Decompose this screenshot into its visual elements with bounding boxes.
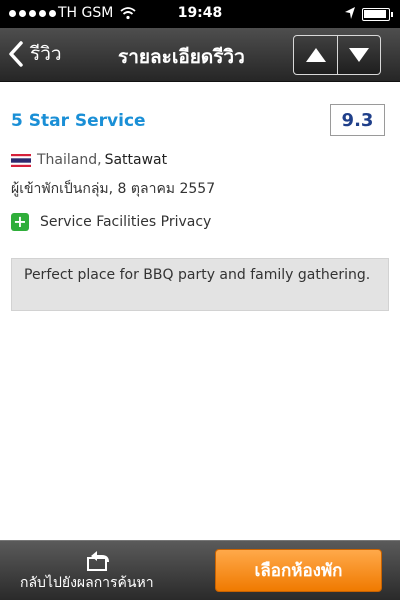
reviewer-name: Sattawat	[104, 152, 168, 168]
page-title: รายละเอียดรีวิว	[118, 46, 245, 68]
review-comment: Perfect place for BBQ party and family g…	[11, 258, 389, 311]
clock: 19:48	[177, 5, 223, 21]
reviewer-country: Thailand,	[37, 152, 102, 168]
nav-bar: รีวิว รายละเอียดรีวิว	[0, 28, 400, 82]
review-navigation	[293, 35, 381, 75]
select-room-button[interactable]: เลือกห้องพัก	[215, 549, 382, 592]
plus-icon: +	[11, 213, 29, 231]
bottom-toolbar: กลับไปยังผลการค้นหา เลือกห้องพัก	[0, 540, 400, 600]
next-review-button[interactable]	[337, 36, 380, 74]
back-to-results-label: กลับไปยังผลการค้นหา	[20, 575, 154, 591]
arrow-up-icon	[305, 48, 326, 62]
review-detail: 5 Star Service 9.3 Thailand, Sattawat ผู…	[0, 82, 400, 540]
liked-text: Service Facilities Privacy	[40, 214, 212, 230]
location-arrow-icon	[345, 7, 355, 19]
liked-row: + Service Facilities Privacy	[11, 213, 211, 231]
screen: TH GSM 19:48 รีวิว รายละเอียดรีวิว 5 Sta…	[0, 0, 400, 600]
back-to-results-button[interactable]: กลับไปยังผลการค้นหา	[0, 541, 200, 600]
stay-info: ผู้เข้าพักเป็นกลุ่ม, 8 ตุลาคม 2557	[11, 181, 216, 197]
return-arrow-icon	[87, 551, 109, 571]
review-title: 5 Star Service	[11, 111, 146, 131]
back-button[interactable]: รีวิว	[8, 38, 62, 70]
arrow-down-icon	[349, 48, 369, 62]
back-button-label: รีวิว	[30, 43, 62, 65]
battery-icon	[362, 8, 393, 21]
chevron-left-icon	[9, 41, 23, 67]
reviewer-row: Thailand, Sattawat	[11, 152, 167, 168]
thailand-flag-icon	[11, 153, 31, 167]
status-bar: TH GSM 19:48	[0, 0, 400, 28]
previous-review-button[interactable]	[294, 36, 337, 74]
review-score: 9.3	[330, 104, 385, 136]
